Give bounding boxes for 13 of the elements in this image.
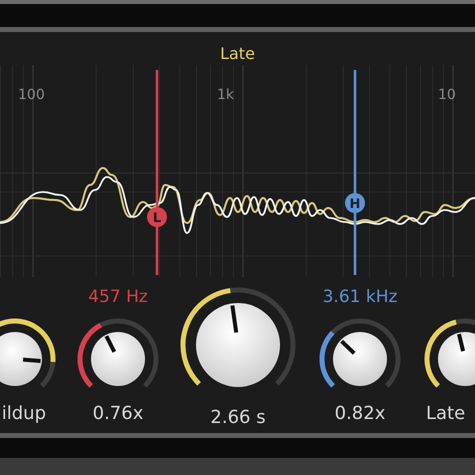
value-label: 0.76x bbox=[92, 403, 144, 424]
frequency-label: 457 Hz bbox=[88, 286, 148, 309]
value-label: 0.82x bbox=[334, 403, 386, 424]
axis-label: 1k bbox=[217, 87, 234, 103]
value-label: Late bbox=[425, 403, 466, 424]
panel-title: Late bbox=[219, 43, 256, 65]
frequency-label: 3.61 kHz bbox=[322, 286, 398, 309]
band-handle[interactable]: L bbox=[147, 207, 167, 227]
axis-label: 10 bbox=[438, 87, 456, 103]
value-label: 2.66 s bbox=[210, 407, 266, 428]
band-handle[interactable]: H bbox=[345, 193, 365, 213]
axis-label: 100 bbox=[18, 87, 45, 103]
value-label: ildup bbox=[2, 403, 47, 424]
